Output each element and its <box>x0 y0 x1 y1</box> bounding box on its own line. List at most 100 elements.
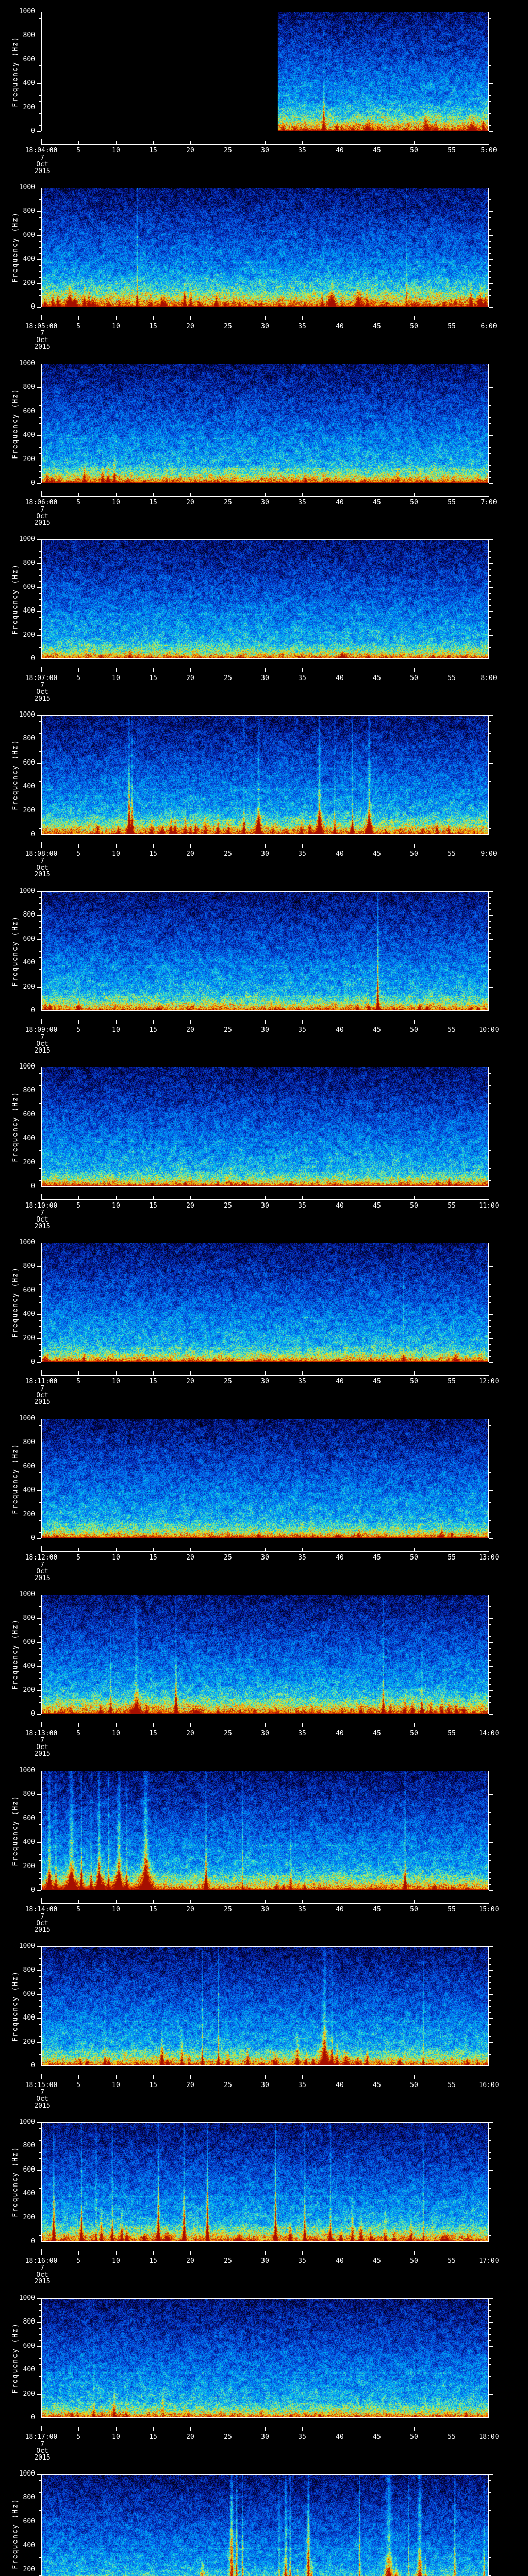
x-tick-label: 25 <box>224 1378 232 1385</box>
x-tick-mark <box>153 141 154 144</box>
y-minor-tick-mark <box>489 1860 491 1861</box>
y-minor-tick-mark <box>39 271 41 272</box>
x-tick-label: 18:17:00 <box>25 2433 58 2441</box>
x-tick-mark <box>78 1548 79 1551</box>
y-minor-tick-mark <box>489 1696 491 1697</box>
x-tick-label: 20 <box>186 2433 194 2441</box>
x-tick-mark <box>265 1196 266 1199</box>
x-tick-mark <box>78 1723 79 1727</box>
x-tick-mark <box>302 1196 303 1199</box>
y-minor-tick-mark <box>39 1284 41 1285</box>
x-tick-label: 15 <box>149 499 157 506</box>
x-tick-label: 15 <box>149 1026 157 1034</box>
y-minor-tick-mark <box>39 903 41 904</box>
y-tick-label: 800 <box>11 560 35 566</box>
x-tick-mark <box>41 1546 42 1551</box>
x-tick-mark <box>265 316 266 320</box>
y-minor-tick-mark <box>489 1624 491 1625</box>
x-tick-mark <box>414 2427 415 2431</box>
x-tick-label: 50 <box>410 1202 418 1210</box>
y-minor-tick-mark <box>39 1532 41 1533</box>
y-minor-tick-mark <box>489 1654 491 1655</box>
spectrogram-panel: Frequency (Hz) 7Oct2015 0200400600800100… <box>0 0 528 176</box>
y-tick-label: 400 <box>11 2014 35 2021</box>
y-minor-tick-mark <box>489 1648 491 1649</box>
y-minor-tick-mark <box>39 2024 41 2025</box>
y-tick-label: 200 <box>11 984 35 990</box>
x-tick-label: 40 <box>336 323 344 330</box>
x-tick-mark <box>153 668 154 672</box>
y-tick-label: 600 <box>11 584 35 590</box>
y-minor-tick-mark <box>489 1982 491 1983</box>
y-minor-tick-mark <box>39 2334 41 2335</box>
x-tick-label: 5 <box>76 499 80 506</box>
x-tick-mark <box>116 1371 117 1375</box>
y-minor-tick-mark <box>39 921 41 922</box>
y-minor-tick-mark <box>39 897 41 898</box>
x-tick-label: 35 <box>298 1730 306 1737</box>
date-label: 7Oct2015 <box>28 1210 57 1230</box>
y-minor-tick-mark <box>489 2024 491 2025</box>
y-minor-tick-mark <box>39 1356 41 1357</box>
y-minor-tick-mark <box>489 465 491 466</box>
x-tick-label: 20 <box>186 1026 194 1034</box>
y-minor-tick-mark <box>489 2188 491 2189</box>
y-minor-tick-mark <box>489 1520 491 1521</box>
x-tick-label: 25 <box>224 1906 232 1913</box>
date-label: 7Oct2015 <box>28 330 57 350</box>
spectrogram-heatmap <box>42 540 488 658</box>
y-tick-label: 400 <box>11 2190 35 2197</box>
x-tick-label: 45 <box>373 499 381 506</box>
y-tick-label: 600 <box>11 759 35 766</box>
y-tick-mark <box>489 1794 493 1795</box>
y-minor-tick-mark <box>489 933 491 934</box>
y-tick-label: 1000 <box>11 1063 35 1070</box>
y-tick-label: 800 <box>11 1791 35 1798</box>
y-tick-mark <box>489 1890 493 1891</box>
x-tick-mark <box>414 141 415 144</box>
x-tick-mark <box>302 2427 303 2431</box>
y-minor-tick-mark <box>489 647 491 648</box>
x-tick-label: 25 <box>224 499 232 506</box>
x-tick-mark <box>41 139 42 144</box>
x-tick-mark <box>116 141 117 144</box>
spectrogram-heatmap <box>42 716 488 834</box>
x-tick-label: 15 <box>149 674 157 682</box>
x-tick-label: 5 <box>76 147 80 155</box>
y-minor-tick-mark <box>39 265 41 266</box>
x-tick-mark <box>190 844 191 848</box>
y-minor-tick-mark <box>489 1103 491 1104</box>
date-label: 7Oct2015 <box>28 506 57 527</box>
y-minor-tick-mark <box>39 2492 41 2493</box>
x-tick-mark <box>153 2251 154 2255</box>
spectrogram-panel: Frequency (Hz) 7Oct2015 0200400600800100… <box>0 2462 528 2576</box>
x-tick-mark <box>116 1196 117 1199</box>
y-tick-label: 1000 <box>11 1239 35 1246</box>
x-tick-mark <box>190 316 191 320</box>
y-minor-tick-mark <box>39 2376 41 2377</box>
x-tick-mark <box>190 493 191 496</box>
y-minor-tick-mark <box>489 909 491 910</box>
y-tick-mark <box>37 763 41 764</box>
y-minor-tick-mark <box>489 1344 491 1345</box>
y-tick-mark <box>489 235 493 236</box>
y-tick-mark <box>37 1266 41 1267</box>
x-tick-label: 35 <box>298 147 306 155</box>
y-minor-tick-mark <box>39 2128 41 2129</box>
y-minor-tick-mark <box>39 2310 41 2311</box>
x-tick-mark <box>414 316 415 320</box>
y-minor-tick-mark <box>39 2557 41 2558</box>
y-tick-mark <box>37 131 41 132</box>
x-tick-mark <box>153 1723 154 1727</box>
y-minor-tick-mark <box>39 417 41 418</box>
x-tick-label: 15:00 <box>478 1906 499 1913</box>
date-label-line: 2015 <box>28 696 57 702</box>
x-tick-mark <box>414 1371 415 1375</box>
y-tick-mark <box>37 83 41 84</box>
x-tick-mark <box>116 1900 117 1903</box>
x-tick-label: 25 <box>224 2433 232 2441</box>
x-tick-label: 15 <box>149 1554 157 1562</box>
y-minor-tick-mark <box>39 1660 41 1661</box>
y-minor-tick-mark <box>489 217 491 218</box>
y-tick-mark <box>37 1618 41 1619</box>
